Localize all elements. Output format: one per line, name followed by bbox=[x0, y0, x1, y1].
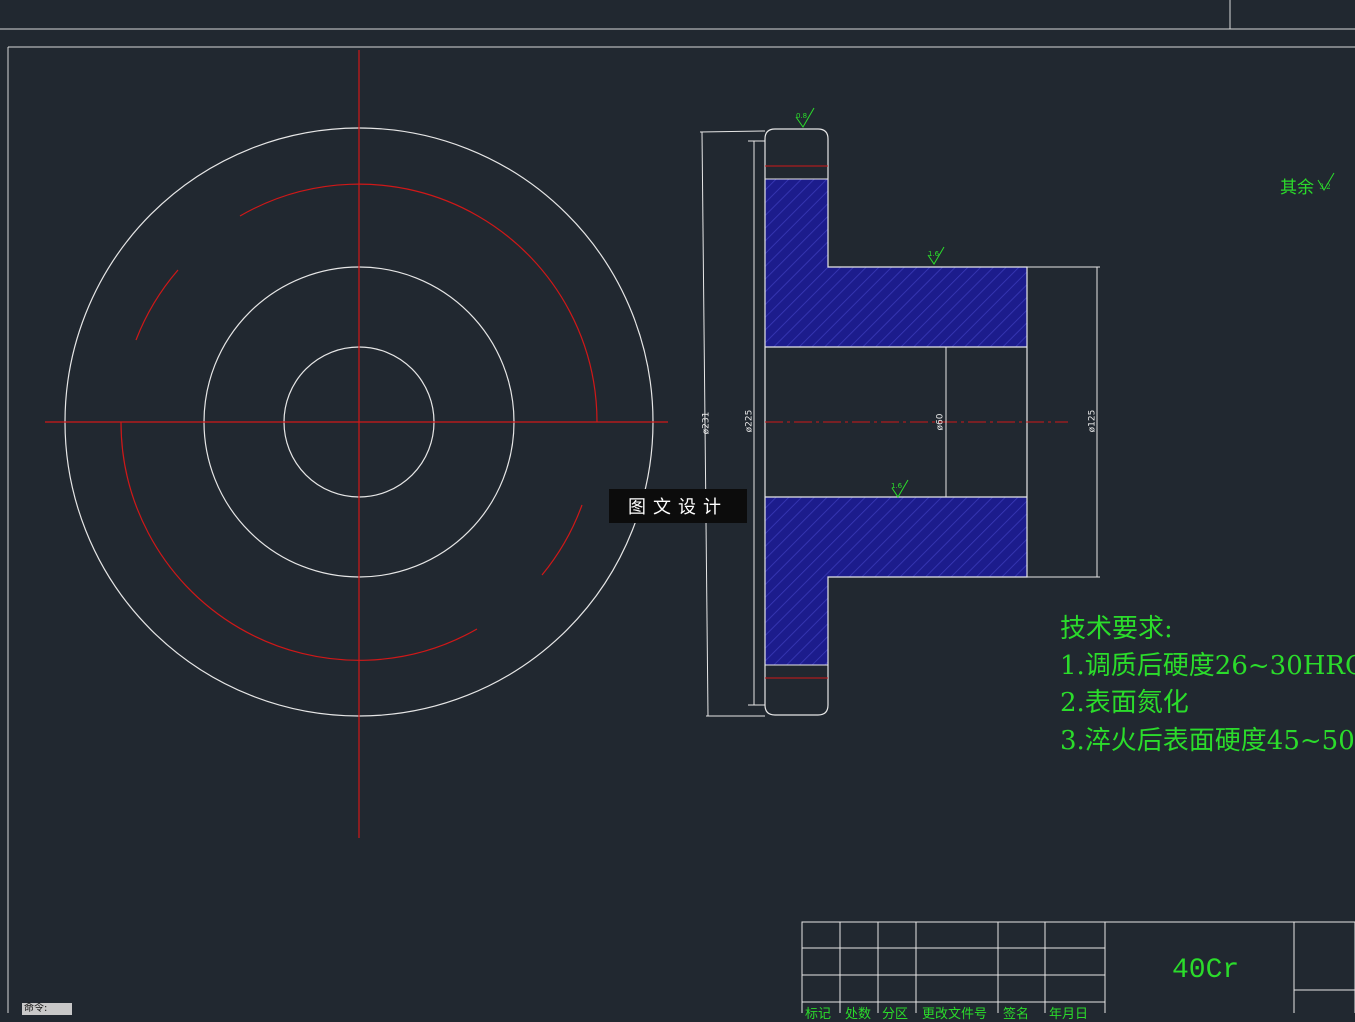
dim-d225: ø225 bbox=[744, 409, 755, 433]
material-label: 40Cr bbox=[1172, 955, 1240, 986]
title-block bbox=[801, 921, 1355, 1013]
roughness-hub-top: 1.6 bbox=[928, 250, 940, 258]
dim-d125: ø125 bbox=[1087, 409, 1098, 433]
tech-req-title: 技术要求: bbox=[1060, 614, 1173, 644]
roughness-top: 0.8 bbox=[796, 112, 808, 120]
pitch-arc-3 bbox=[120, 421, 478, 661]
rest-roughness-note: 其余 3.2 bbox=[1280, 173, 1331, 198]
rest-roughness-value: 3.2 bbox=[1319, 183, 1331, 191]
tech-req-item-2: 2.表面氮化 bbox=[1060, 688, 1189, 718]
dim-d60: ø60 bbox=[935, 413, 946, 431]
tech-req-item-3: 3.淬火后表面硬度45~50 bbox=[1060, 726, 1355, 756]
hatch-lower bbox=[765, 497, 1027, 665]
command-line-input[interactable]: 命令: bbox=[22, 1003, 72, 1015]
roughness-bore: 1.6 bbox=[891, 482, 903, 490]
section-view bbox=[699, 107, 1335, 717]
hatch-upper bbox=[765, 179, 1027, 347]
dim-d231: ø231 bbox=[701, 411, 712, 435]
rest-roughness-label: 其余 bbox=[1280, 178, 1314, 198]
front-view bbox=[45, 50, 668, 838]
watermark-badge: 图文设计 bbox=[609, 489, 747, 523]
pitch-arc-4 bbox=[541, 504, 583, 576]
pitch-arc-2 bbox=[135, 269, 179, 341]
tech-req-item-1: 1.调质后硬度26~30HRC bbox=[1060, 651, 1355, 681]
